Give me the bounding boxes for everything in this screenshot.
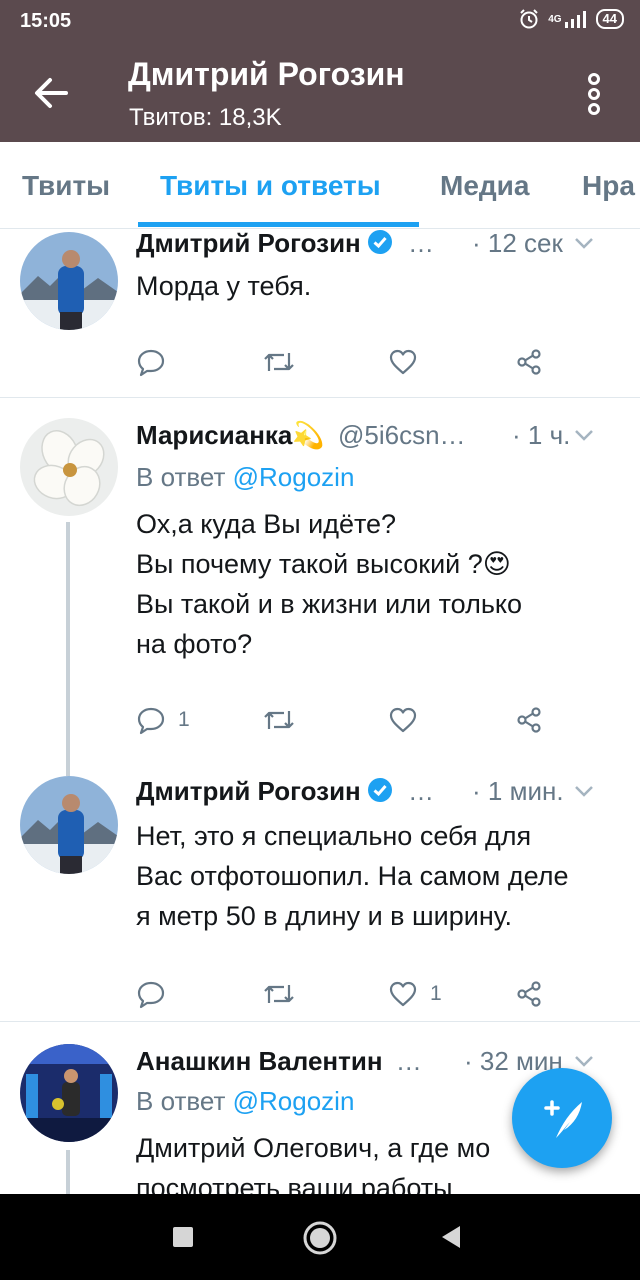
avatar[interactable] xyxy=(20,418,118,516)
battery-indicator: 44 xyxy=(595,9,624,29)
back-nav-button[interactable] xyxy=(436,1222,466,1252)
compose-tweet-icon xyxy=(544,1100,582,1138)
thread-line xyxy=(66,522,70,750)
chevron-down-icon[interactable] xyxy=(572,232,596,254)
tweet-time: · 1 мин. xyxy=(472,776,564,806)
avatar[interactable] xyxy=(20,776,118,874)
active-tab-indicator xyxy=(138,222,419,227)
share-icon xyxy=(517,981,541,1007)
author-name[interactable]: Дмитрий Рогозин xyxy=(136,228,361,258)
reply-count: 1 xyxy=(178,708,190,731)
tweet-time: · 12 сек xyxy=(472,228,563,258)
heart-icon xyxy=(389,707,417,733)
author-name[interactable]: Марисианка💫 xyxy=(136,420,325,450)
reply-to-prefix: В ответ xyxy=(136,462,226,492)
tweet[interactable]: Дмитрий Рогозин … · 1 мин. Нет, это я сп… xyxy=(0,750,640,1022)
author-name[interactable]: Анашкин Валентин xyxy=(136,1046,383,1076)
chevron-down-icon[interactable] xyxy=(572,424,596,446)
retweet-icon xyxy=(264,711,294,729)
like-button[interactable] xyxy=(388,342,430,382)
reply-button[interactable] xyxy=(136,342,178,382)
network-type: 4G xyxy=(548,13,562,25)
tweet-time: · 1 ч. xyxy=(512,420,571,450)
more-vertical-icon xyxy=(588,73,600,115)
share-icon xyxy=(517,707,541,733)
tweet-header: Дмитрий Рогозин … · 12 сек xyxy=(136,228,616,264)
profile-name-title: Дмитрий Рогозин xyxy=(128,56,405,92)
share-button[interactable] xyxy=(514,974,544,1014)
signal-icon xyxy=(564,11,586,28)
reply-icon xyxy=(137,981,165,1009)
reply-icon xyxy=(137,707,165,735)
reply-button[interactable] xyxy=(136,974,178,1014)
reply-to-label: В ответ @Rogozin xyxy=(136,462,354,493)
retweet-icon xyxy=(264,985,294,1003)
author-handle: … xyxy=(408,228,434,258)
chevron-down-icon[interactable] xyxy=(572,780,596,802)
tweet-count: Твитов: 18,3K xyxy=(129,104,282,131)
alarm-icon xyxy=(520,9,538,29)
like-button[interactable] xyxy=(388,700,430,740)
like-count: 1 xyxy=(430,982,442,1005)
square-icon xyxy=(173,1227,193,1247)
tweet-actions xyxy=(136,342,586,382)
retweet-button[interactable] xyxy=(262,342,308,382)
author-handle[interactable]: @5i6csn… xyxy=(338,420,466,450)
share-button[interactable] xyxy=(514,700,544,740)
timeline[interactable]: Дмитрий Рогозин … · 12 сек Морда у тебя. xyxy=(0,228,640,1194)
reply-to-mention[interactable]: @Rogozin xyxy=(233,1086,355,1116)
tab-tweets[interactable]: Твиты xyxy=(22,170,110,202)
tweet-text: Морда у тебя. xyxy=(136,271,312,301)
tweet-text: Нет, это я специально себя для Вас отфот… xyxy=(136,821,569,931)
reply-to-prefix: В ответ xyxy=(136,1086,226,1116)
back-button[interactable] xyxy=(26,68,76,118)
thread-line xyxy=(66,1150,70,1194)
share-icon xyxy=(517,349,541,375)
tweet[interactable]: Марисианка💫 @5i6csn… · 1 ч. В ответ @Rog… xyxy=(0,398,640,750)
author-handle: … xyxy=(408,776,434,806)
verified-badge-icon xyxy=(367,778,392,802)
system-nav-bar xyxy=(0,1194,640,1280)
arrow-left-icon xyxy=(35,78,68,108)
triangle-back-icon xyxy=(442,1226,460,1248)
retweet-button[interactable] xyxy=(262,974,308,1014)
retweet-icon xyxy=(264,353,294,371)
tweet[interactable]: Дмитрий Рогозин … · 12 сек Морда у тебя. xyxy=(0,228,640,398)
heart-icon xyxy=(389,981,417,1007)
home-button[interactable] xyxy=(302,1220,338,1256)
tweet-actions: 1 xyxy=(136,700,586,740)
avatar[interactable] xyxy=(20,1044,118,1142)
verified-badge-icon xyxy=(367,230,392,254)
avatar[interactable] xyxy=(20,232,118,330)
status-time: 15:05 xyxy=(20,10,72,32)
tweet-text: Ох,а куда Вы идёте? Вы почему такой высо… xyxy=(136,509,523,659)
share-button[interactable] xyxy=(514,342,544,382)
reply-to-mention[interactable]: @Rogozin xyxy=(233,462,355,492)
tweet-actions: 1 xyxy=(136,974,586,1014)
like-button[interactable]: 1 xyxy=(388,974,442,1014)
compose-tweet-button[interactable] xyxy=(512,1068,612,1168)
app-bar: Дмитрий Рогозин Твитов: 18,3K xyxy=(0,44,640,142)
more-options-button[interactable] xyxy=(574,68,614,120)
tab-tweets-and-replies[interactable]: Твиты и ответы xyxy=(160,170,381,202)
tab-media[interactable]: Медиа xyxy=(440,170,529,202)
reply-icon xyxy=(137,349,165,377)
thread-line xyxy=(66,750,70,776)
profile-tabs: Твиты Твиты и ответы Медиа Нра xyxy=(0,142,640,229)
author-handle: … xyxy=(395,1046,422,1076)
reply-to-label: В ответ @Rogozin xyxy=(136,1086,354,1117)
retweet-button[interactable] xyxy=(262,700,308,740)
tab-likes[interactable]: Нра xyxy=(582,170,635,202)
recents-button[interactable] xyxy=(170,1224,196,1250)
author-name[interactable]: Дмитрий Рогозин xyxy=(136,776,361,806)
status-indicators: 4G 44 xyxy=(518,8,624,30)
tweet-header: Дмитрий Рогозин … · 1 мин. xyxy=(136,776,616,812)
tweet-header: Марисианка💫 @5i6csn… · 1 ч. xyxy=(136,420,616,456)
heart-icon xyxy=(389,349,417,375)
reply-button[interactable]: 1 xyxy=(136,700,190,740)
status-bar: 15:05 4G 44 xyxy=(0,0,640,44)
circle-icon xyxy=(303,1221,337,1255)
